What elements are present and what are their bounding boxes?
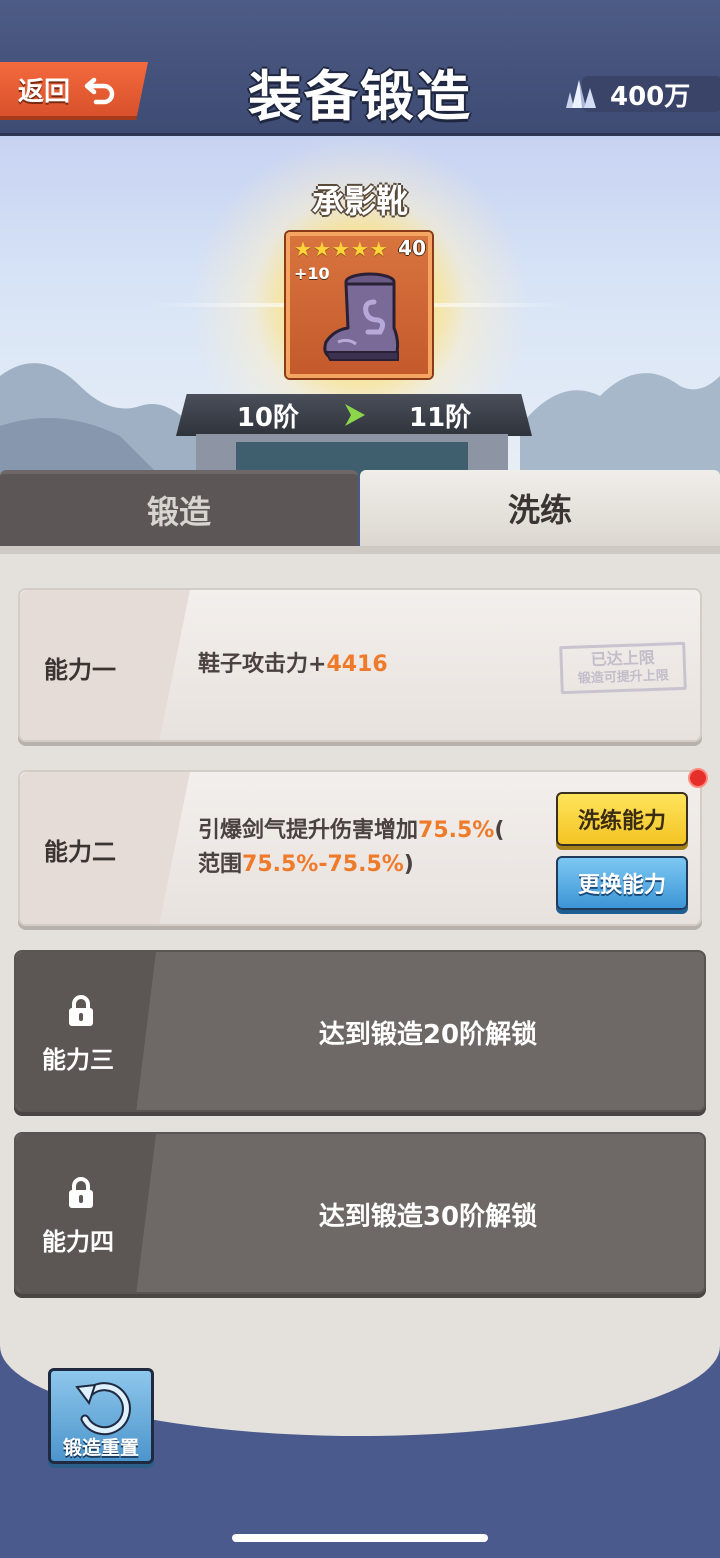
ability-3-row: 能力三 达到锻造20阶解锁 [14, 950, 706, 1112]
tab-refine-label: 洗练 [507, 491, 572, 529]
ability-3-unlock-text: 达到锻造20阶解锁 [318, 1020, 538, 1050]
item-level: 40 [398, 236, 426, 260]
ability-2-desc: 引爆剑气提升伤害增加 [198, 818, 419, 843]
home-indicator[interactable] [232, 1534, 488, 1542]
ability-1-text: 鞋子攻击力+4416 [198, 648, 388, 682]
ability-1-row: 能力一 鞋子攻击力+4416 已达上限 锻造可提升上限 [18, 588, 702, 742]
ability-2-paren-close: ) [403, 852, 414, 877]
rank-progress: 10阶 11阶 [176, 394, 532, 436]
ability-2-label: 能力二 [44, 838, 116, 866]
equipment-display: 承影靴 ★ ★ ★ ★ ★ 40 +10 10阶 11阶 [0, 136, 720, 476]
star-icon: ★ [312, 237, 331, 261]
ability-2-range-label: 范围 [198, 852, 243, 877]
star-icon: ★ [369, 237, 388, 261]
tab-forge-label: 锻造 [146, 493, 211, 531]
crystal-icon [566, 80, 596, 108]
content-divider [0, 546, 720, 554]
ability-2-line-2: 范围75.5%-75.5%) [198, 848, 504, 882]
rank-from: 10阶 [236, 402, 299, 433]
right-arrow-icon [345, 404, 365, 426]
ability-4-label: 能力四 [42, 1228, 114, 1256]
currency-value: 400万 [610, 81, 691, 112]
ability-2-line-1: 引爆剑气提升伤害增加75.5%( [198, 814, 504, 848]
item-card[interactable]: ★ ★ ★ ★ ★ 40 +10 [286, 232, 432, 378]
lock-icon [69, 1177, 93, 1208]
tab-refine[interactable]: 洗练 [360, 470, 720, 546]
star-icon: ★ [350, 237, 369, 261]
currency-display: 400万 [560, 72, 720, 116]
item-name: 承影靴 [311, 182, 408, 220]
reset-label: 锻造重置 [62, 1437, 139, 1459]
ability-3-label: 能力三 [42, 1046, 114, 1074]
top-bar: 返回 装备锻造 400万 [0, 0, 720, 136]
ability-4-row: 能力四 达到锻造30阶解锁 [14, 1132, 706, 1294]
refine-ability-button[interactable]: 洗练能力 [556, 792, 688, 846]
forge-screen: 返回 装备锻造 400万 承影靴 ★ ★ ★ ★ ★ 40 +10 10阶 11… [0, 0, 720, 1558]
ability-2-range-value: 75.5%-75.5% [242, 852, 404, 877]
ability-4-unlock-text: 达到锻造30阶解锁 [318, 1202, 538, 1232]
ability-1-label: 能力一 [44, 656, 116, 684]
ability-2-value: 75.5% [418, 818, 495, 843]
ability-1-desc: 鞋子攻击力+ [198, 652, 327, 677]
star-rating: ★ ★ ★ ★ ★ [294, 238, 388, 260]
star-icon: ★ [294, 237, 312, 261]
forge-reset-button[interactable]: 锻造重置 [48, 1368, 154, 1464]
change-ability-button[interactable]: 更换能力 [556, 856, 688, 910]
ability-1-value: 4416 [326, 652, 388, 677]
tab-bar: 锻造 洗练 [0, 470, 720, 546]
star-icon: ★ [331, 237, 350, 261]
ability-label-panel [16, 952, 156, 1110]
boot-icon [323, 272, 400, 361]
ability-2-text: 引爆剑气提升伤害增加75.5%( 范围75.5%-75.5%) [198, 814, 504, 882]
max-limit-stamp: 已达上限 锻造可提升上限 [559, 641, 687, 695]
ability-2-row: 能力二 引爆剑气提升伤害增加75.5%( 范围75.5%-75.5%) 洗练能力… [18, 768, 708, 926]
tab-forge[interactable]: 锻造 [0, 470, 358, 546]
stamp-line-2: 锻造可提升上限 [577, 668, 670, 687]
ability-2-paren-open: ( [494, 818, 505, 843]
rank-to: 11阶 [409, 402, 472, 433]
reset-icon [75, 1382, 131, 1436]
ability-label-panel [16, 1134, 156, 1292]
lock-icon [69, 995, 93, 1026]
notification-dot [688, 768, 708, 788]
